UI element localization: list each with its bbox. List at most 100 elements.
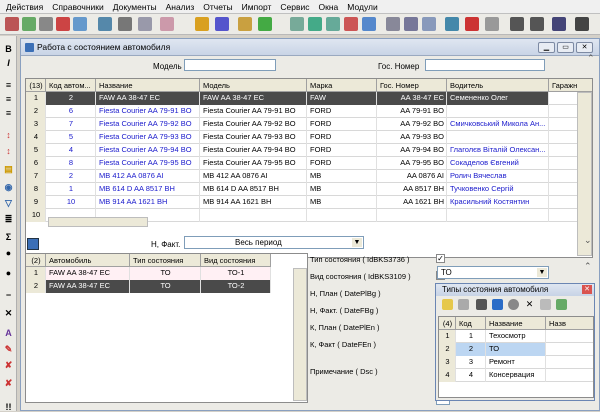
table-edit-icon[interactable] xyxy=(326,17,340,31)
vehicles-hscroll[interactable] xyxy=(48,217,148,227)
table-row[interactable]: 2 6 Fiesta Courier AA 79-91 BO Fiesta Couri… xyxy=(26,105,592,118)
sort-icon[interactable] xyxy=(215,17,229,31)
menu-item[interactable]: Действия xyxy=(6,2,43,12)
vehicles-vscroll[interactable] xyxy=(577,92,592,256)
chevron-down-icon[interactable]: ▼ xyxy=(352,238,362,247)
refresh-icon[interactable] xyxy=(258,17,272,31)
align-right-icon[interactable]: ≡ xyxy=(3,108,14,118)
menu-item[interactable]: Анализ xyxy=(166,2,195,12)
close-button[interactable]: ✕ xyxy=(576,42,593,53)
table-view-icon[interactable] xyxy=(362,17,376,31)
column-header[interactable]: (4) xyxy=(439,317,456,330)
table-row[interactable]: 4 4 Консервация xyxy=(439,369,593,382)
collapse-form-icon[interactable]: ⌃ xyxy=(584,261,592,272)
add-icon[interactable] xyxy=(476,299,487,310)
highlight-icon[interactable]: ✎ xyxy=(3,344,14,354)
check-icon[interactable] xyxy=(556,299,567,310)
state-type-select[interactable]: ТО ▼ xyxy=(437,266,549,279)
sort-asc-icon[interactable]: ↕ xyxy=(3,130,14,140)
table-row[interactable]: 7 2 MB 412 AA 0876 AI MB 412 AA 0876 AI MB AA… xyxy=(26,170,592,183)
edit-icon[interactable] xyxy=(540,299,551,310)
layout-icon[interactable] xyxy=(445,17,459,31)
column-header[interactable]: Марка xyxy=(307,79,377,92)
filter-icon[interactable] xyxy=(195,17,209,31)
remove-icon[interactable]: ✘ xyxy=(3,378,14,388)
folder-icon[interactable] xyxy=(442,299,453,310)
column-header[interactable]: Гос. Номер xyxy=(377,79,447,92)
select-icon[interactable] xyxy=(458,299,469,310)
column-header[interactable]: Водитель xyxy=(447,79,549,92)
menu-item[interactable]: Отчеты xyxy=(203,2,232,12)
delete-icon[interactable] xyxy=(56,17,70,31)
close-window-icon[interactable] xyxy=(465,17,479,31)
menu-item[interactable]: Модули xyxy=(347,2,377,12)
clear-format-icon[interactable]: ✘ xyxy=(3,360,14,370)
min-icon[interactable]: − xyxy=(3,290,14,300)
period-select[interactable]: Весь период ▼ xyxy=(184,236,364,249)
column-header[interactable]: Тип состояния xyxy=(130,254,201,267)
minimize-button[interactable]: ▁ xyxy=(538,42,555,53)
column-header[interactable]: Автомобиль xyxy=(46,254,130,267)
grid-icon[interactable] xyxy=(98,17,112,31)
column-header[interactable]: Код автом... xyxy=(46,79,96,92)
key-icon[interactable] xyxy=(238,17,252,31)
table-row[interactable]: 6 8 Fiesta Courier AA 79-95 BO Fiesta Couri… xyxy=(26,157,592,170)
maximize-button[interactable]: ▭ xyxy=(557,42,574,53)
font-color-icon[interactable]: A xyxy=(3,328,14,338)
column-header[interactable]: Название xyxy=(96,79,200,92)
table-row[interactable]: 1 FAW AA 38-47 EC ТО ТО-1 xyxy=(26,267,271,280)
copy-icon[interactable] xyxy=(39,17,53,31)
close-icon[interactable]: ✕ xyxy=(3,308,14,318)
print-icon[interactable] xyxy=(118,17,132,31)
window-icon[interactable] xyxy=(386,17,400,31)
states-vscroll[interactable] xyxy=(293,268,307,401)
column-header[interactable]: Вид состояния xyxy=(201,254,271,267)
form-checkbox[interactable]: ✓ xyxy=(436,254,445,263)
preview-icon[interactable] xyxy=(138,17,152,31)
bold-icon[interactable]: B xyxy=(3,44,14,54)
settings-icon[interactable] xyxy=(485,17,499,31)
table-row[interactable]: 1 2 FAW AA 38-47 EC FAW AA 38-47 EC FAW AA 38… xyxy=(26,92,592,105)
table-row[interactable]: 3 7 Fiesta Courier AA 79-92 BO Fiesta Couri… xyxy=(26,118,592,131)
text-icon[interactable]: ≣ xyxy=(3,214,14,224)
column-header[interactable]: Гаражн xyxy=(549,79,592,92)
exit-door-icon[interactable] xyxy=(575,17,589,31)
delete-icon[interactable]: ✕ xyxy=(524,299,535,310)
align-left-icon[interactable]: ≡ xyxy=(3,80,14,90)
arrow-right-icon[interactable] xyxy=(530,17,544,31)
filter-col-icon[interactable]: ▽ xyxy=(3,198,14,208)
avg-icon[interactable]: ● xyxy=(3,248,14,258)
column-header[interactable]: Код xyxy=(456,317,486,330)
view-icon[interactable]: ◉ xyxy=(3,182,14,192)
save-icon[interactable] xyxy=(73,17,87,31)
model-input[interactable] xyxy=(184,59,276,71)
table-delete-icon[interactable] xyxy=(344,17,358,31)
table-row[interactable]: 8 1 MB 614 D AA 8517 BH MB 614 D AA 8517 BH… xyxy=(26,183,592,196)
report-icon[interactable] xyxy=(160,17,174,31)
group-icon[interactable]: ▤ xyxy=(3,164,14,174)
collapse-lower-icon[interactable]: ⌄ xyxy=(584,235,592,246)
column-header[interactable]: Назв xyxy=(546,317,593,330)
align-center-icon[interactable]: ≡ xyxy=(3,94,14,104)
table-icon[interactable] xyxy=(290,17,304,31)
column-header[interactable]: (2) xyxy=(26,254,46,267)
menu-item[interactable]: Документы xyxy=(113,2,157,12)
menu-item[interactable]: Справочники xyxy=(52,2,104,12)
column-header[interactable]: Название xyxy=(486,317,546,330)
menu-item[interactable]: Окна xyxy=(319,2,339,12)
italic-icon[interactable]: I xyxy=(3,58,14,68)
table-row[interactable]: 9 10 MB 914 AA 1621 BH MB 914 AA 1621 BH MB A… xyxy=(26,196,592,209)
next-icon[interactable] xyxy=(552,17,566,31)
table-row[interactable]: 5 4 Fiesta Courier AA 79-94 BO Fiesta Couri… xyxy=(26,144,592,157)
popup-close-button[interactable]: ✕ xyxy=(582,285,592,294)
table-row[interactable]: 3 3 Ремонт xyxy=(439,356,593,369)
chevron-down-icon[interactable]: ▼ xyxy=(537,268,547,277)
table-row[interactable]: 4 5 Fiesta Courier AA 79-93 BO Fiesta Couri… xyxy=(26,131,592,144)
cascade-icon[interactable] xyxy=(404,17,418,31)
table-row[interactable]: 1 1 Техосмотр xyxy=(439,330,593,343)
collapse-icon[interactable]: ⌃ xyxy=(587,53,595,64)
tile-icon[interactable] xyxy=(422,17,436,31)
new-icon[interactable] xyxy=(22,17,36,31)
gos-number-input[interactable] xyxy=(425,59,545,71)
table-row[interactable]: 2 2 ТО xyxy=(439,343,593,356)
